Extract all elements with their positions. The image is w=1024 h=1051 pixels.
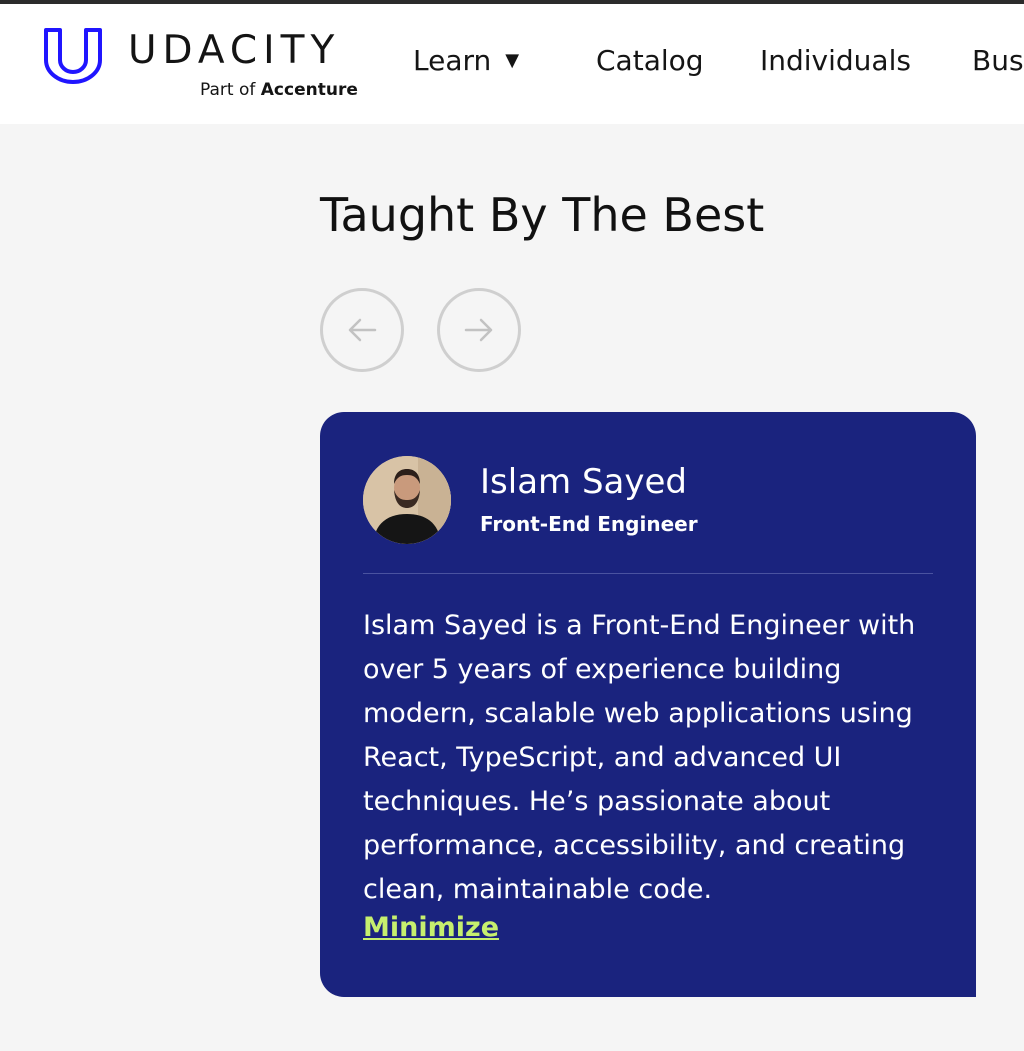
brand-name: UDACITY [128, 28, 341, 73]
nav-item-learn-label: Learn [413, 44, 492, 77]
udacity-u-logo-icon [44, 28, 102, 84]
brand-tagline-prefix: Part of [200, 80, 256, 100]
brand-tagline: Part of Accenture [200, 80, 358, 100]
section-title: Taught By The Best [320, 188, 765, 242]
site-header: UDACITY Part of Accenture Learn ▼ Catalog… [0, 4, 1024, 124]
instructor-photo [363, 456, 451, 544]
nav-item-catalog[interactable]: Catalog [596, 44, 704, 77]
arrow-right-icon [464, 318, 493, 342]
instructor-role: Front-End Engineer [480, 512, 698, 536]
arrow-left-icon [348, 318, 377, 342]
instructor-card: Islam Sayed Front-End Engineer Islam Say… [320, 412, 976, 997]
card-divider [363, 573, 933, 574]
nav-item-business[interactable]: Bus [972, 44, 1024, 77]
instructor-avatar [363, 456, 451, 544]
nav-item-individuals[interactable]: Individuals [760, 44, 911, 77]
udacity-logo[interactable]: UDACITY Part of Accenture [42, 24, 362, 104]
brand-tagline-company: Accenture [260, 80, 358, 100]
carousel-next-button[interactable] [437, 288, 521, 372]
minimize-link[interactable]: Minimize [363, 912, 499, 943]
caret-down-icon: ▼ [505, 50, 520, 71]
instructor-bio: Islam Sayed is a Front-End Engineer with… [363, 610, 916, 905]
nav-item-learn[interactable]: Learn ▼ [413, 44, 519, 77]
instructor-name: Islam Sayed [480, 462, 687, 502]
carousel-prev-button[interactable] [320, 288, 404, 372]
